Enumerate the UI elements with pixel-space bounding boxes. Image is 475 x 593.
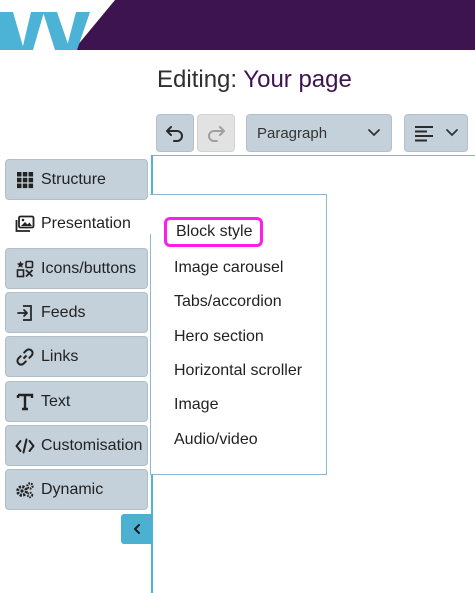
sidebar-item-label: Structure: [41, 170, 106, 188]
menu-item-image-carousel[interactable]: Image carousel: [174, 259, 283, 277]
menu-item-block-style[interactable]: Block style: [164, 217, 264, 247]
editor-canvas-border: [152, 155, 475, 156]
page-title: Editing: Your page: [157, 66, 352, 94]
sidebar-item-label: Customisation: [41, 436, 143, 454]
site-header: [0, 0, 475, 50]
menu-item-tabs-accordion[interactable]: Tabs/accordion: [174, 293, 282, 311]
align-select[interactable]: [404, 114, 468, 152]
block-format-value: Paragraph: [257, 124, 328, 142]
sidebar-item-structure[interactable]: Structure: [5, 159, 148, 200]
title-page-name: Your page: [243, 66, 352, 93]
menu-item-image[interactable]: Image: [174, 396, 218, 414]
feed-import-icon: [15, 303, 35, 323]
tab-panel-connector: [148, 195, 152, 234]
sidebar-item-customisation[interactable]: Customisation: [5, 425, 148, 466]
collapse-sidebar-button[interactable]: [121, 514, 152, 544]
sidebar-item-feeds[interactable]: Feeds: [5, 292, 148, 333]
redo-icon: [208, 126, 225, 142]
code-icon: [15, 436, 35, 456]
undo-icon: [166, 126, 183, 142]
chevron-down-icon: [446, 129, 458, 137]
title-prefix: Editing:: [157, 66, 238, 93]
link-icon: [15, 347, 35, 367]
menu-item-horizontal-scroller[interactable]: Horizontal scroller: [174, 362, 302, 380]
sidebar-item-label: Links: [41, 347, 79, 365]
chevron-down-icon: [368, 129, 380, 137]
sidebar-item-label: Presentation: [41, 214, 131, 232]
grid-icon: [15, 170, 35, 190]
redo-button[interactable]: [197, 114, 235, 152]
sidebar-item-dynamic[interactable]: Dynamic: [5, 469, 148, 510]
sidebar-item-label: Icons/buttons: [41, 259, 137, 277]
sidebar-item-label: Feeds: [41, 303, 86, 321]
sidebar-item-presentation[interactable]: Presentation: [5, 203, 155, 244]
sidebar-item-label: Text: [41, 392, 71, 410]
sidebar-item-links[interactable]: Links: [5, 336, 148, 377]
chevron-left-icon: [133, 524, 140, 534]
undo-button[interactable]: [156, 114, 194, 152]
menu-item-hero-section[interactable]: Hero section: [174, 328, 264, 346]
block-format-select[interactable]: Paragraph: [246, 114, 392, 152]
gears-icon: [15, 480, 35, 500]
menu-item-audio-video[interactable]: Audio/video: [174, 431, 258, 449]
sidebar-item-label: Dynamic: [41, 480, 104, 498]
images-icon: [15, 214, 35, 234]
sidebar-item-text[interactable]: Text: [5, 381, 148, 422]
text-t-icon: [15, 392, 35, 412]
sidebar-item-icons-buttons[interactable]: Icons/buttons: [5, 248, 148, 289]
w-logo-icon[interactable]: [0, 0, 110, 50]
icons-icon: [15, 259, 35, 279]
align-left-icon: [415, 126, 433, 142]
